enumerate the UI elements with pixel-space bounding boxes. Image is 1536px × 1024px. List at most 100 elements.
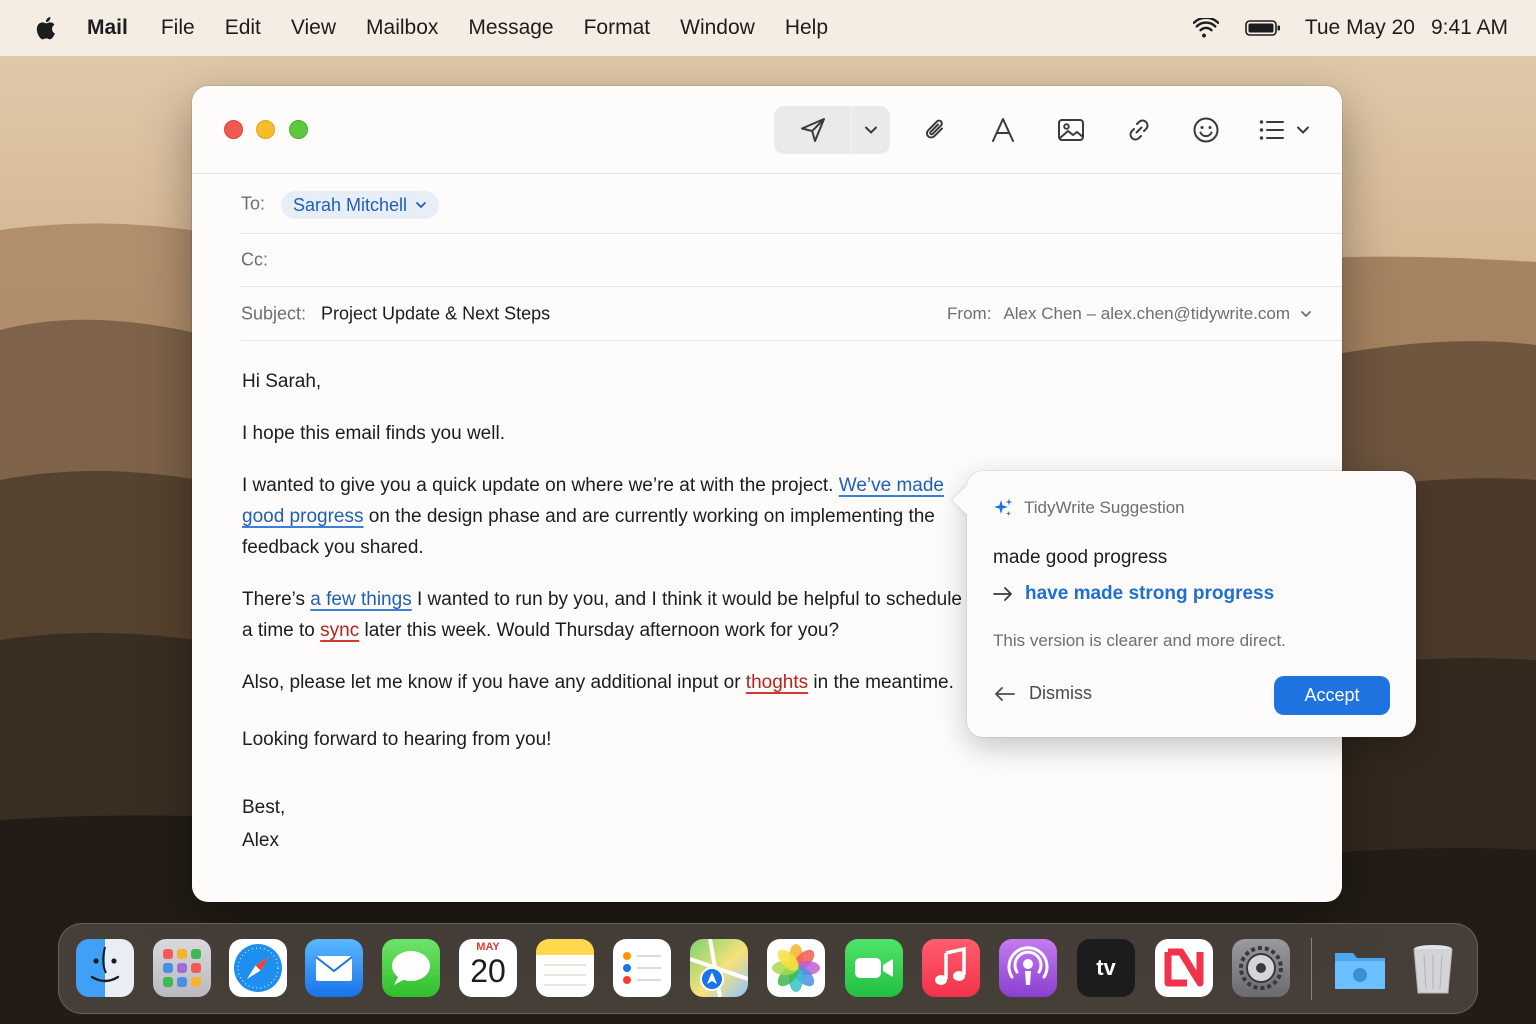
font-a-icon [992,118,1014,142]
trash-icon[interactable] [1404,939,1462,997]
from-address: Alex Chen – alex.chen@tidywrite.com [1003,303,1290,323]
header-fields-button[interactable] [1258,114,1318,146]
send-options-button[interactable] [852,106,890,154]
sparkles-icon [994,498,1013,516]
suggestion-highlight[interactable]: a few things [310,589,411,610]
settings-icon[interactable] [1232,939,1290,997]
body-text: There’s [242,589,311,610]
facetime-icon[interactable] [845,939,903,997]
body-paragraph: Looking forward to hearing from you! [242,729,552,750]
accept-button[interactable]: Accept [1274,676,1390,715]
dismiss-button[interactable]: Dismiss [993,683,1092,704]
menu-date[interactable]: Tue May 20 [1305,16,1415,40]
menu-bar: Mail File Edit View Mailbox Message Form… [0,0,1536,56]
chevron-down-icon [865,126,877,134]
list-icon [1259,120,1284,140]
chevron-down-icon [1297,126,1309,134]
body-greeting: Hi Sarah, [242,371,322,392]
signature-block: Best, Alex [242,791,962,857]
insert-photo-button[interactable] [1055,114,1087,146]
suggestion-popover: TidyWrite Suggestion made good progress … [952,471,1416,737]
finder-icon[interactable] [76,939,134,997]
dock-separator [1311,938,1312,1000]
tv-icon[interactable]: tv [1077,939,1135,997]
podcasts-icon[interactable] [999,939,1057,997]
dismiss-label: Dismiss [1029,683,1092,703]
arrow-right-icon [993,587,1012,601]
close-window-button[interactable] [224,120,243,139]
notes-icon[interactable] [536,939,594,997]
from-selector[interactable]: From: Alex Chen – alex.chen@tidywrite.co… [947,304,1312,324]
menu-app-name[interactable]: Mail [87,16,128,40]
menu-help[interactable]: Help [785,16,828,40]
send-button[interactable] [774,106,852,154]
launchpad-icon[interactable] [153,939,211,997]
to-label: To: [241,193,266,213]
recipient-name: Sarah Mitchell [293,194,408,215]
paper-plane-icon [800,118,825,142]
menu-time[interactable]: 9:41 AM [1431,16,1508,40]
messages-icon[interactable] [382,939,440,997]
spelling-error-highlight[interactable]: sync [320,620,359,641]
accept-label: Accept [1304,685,1360,705]
arrow-left-icon [995,686,1015,701]
menu-view[interactable]: View [291,16,336,40]
downloads-folder-icon[interactable] [1331,939,1389,997]
message-body[interactable]: Hi Sarah, I hope this email finds you we… [242,366,962,857]
insert-link-button[interactable] [1123,114,1155,146]
maps-icon[interactable] [690,939,748,997]
from-label: From: [947,303,992,323]
menu-window[interactable]: Window [680,16,755,40]
sign-off: Best, [242,797,286,818]
link-icon [1129,119,1149,141]
body-text: I wanted to give you a quick update on w… [242,475,839,496]
popover-header: TidyWrite Suggestion [992,497,1185,519]
format-text-button[interactable] [987,114,1019,146]
original-phrase: made good progress [993,547,1168,568]
spelling-error-highlight[interactable]: thoghts [746,672,808,693]
apple-menu-icon[interactable] [33,15,57,41]
status-area: Tue May 20 9:41 AM [1192,0,1508,56]
body-text: in the meantime. [808,672,954,693]
battery-icon[interactable] [1245,19,1281,37]
fullscreen-window-button[interactable] [289,120,308,139]
cc-label: Cc: [241,249,268,270]
minimize-window-button[interactable] [256,120,275,139]
calendar-icon[interactable]: MAY 20 [459,939,517,997]
to-field[interactable]: To: Sarah Mitchell [241,174,1342,234]
calendar-month: MAY [476,941,500,953]
wifi-icon[interactable] [1192,18,1219,38]
menu-edit[interactable]: Edit [225,16,261,40]
calendar-day: 20 [470,953,506,989]
menu-file[interactable]: File [161,16,195,40]
popover-title: TidyWrite Suggestion [1024,498,1185,517]
emoji-button[interactable] [1190,114,1222,146]
safari-icon[interactable] [229,939,287,997]
suggestion-explanation: This version is clearer and more direct. [993,631,1286,650]
subject-input[interactable]: Project Update & Next Steps [321,303,550,324]
tv-label: tv [1096,955,1116,980]
music-icon[interactable] [922,939,980,997]
replacement-phrase[interactable]: have made strong progress [993,583,1274,605]
subject-field[interactable]: Subject: Project Update & Next Steps Fro… [241,287,1342,341]
send-button-group [774,106,890,154]
body-paragraph: I wanted to give you a quick update on w… [242,470,962,563]
compose-toolbar [192,86,1342,174]
body-paragraph: There’s a few things I wanted to run by … [242,584,962,646]
chevron-down-icon [416,202,426,209]
mail-icon[interactable] [305,939,363,997]
attach-button[interactable] [920,114,952,146]
menu-message[interactable]: Message [468,16,553,40]
news-icon[interactable] [1155,939,1213,997]
chevron-down-icon [1301,310,1311,317]
cc-field[interactable]: Cc: [241,234,1342,287]
body-paragraph: Also, please let me know if you have any… [242,667,962,698]
recipient-chip[interactable]: Sarah Mitchell [281,191,440,219]
photos-icon[interactable] [767,939,825,997]
body-text: Also, please let me know if you have any… [242,672,746,693]
menu-format[interactable]: Format [584,16,651,40]
menu-mailbox[interactable]: Mailbox [366,16,438,40]
paperclip-icon [925,119,943,139]
reminders-icon[interactable] [613,939,671,997]
replacement-text: have made strong progress [1025,583,1275,604]
